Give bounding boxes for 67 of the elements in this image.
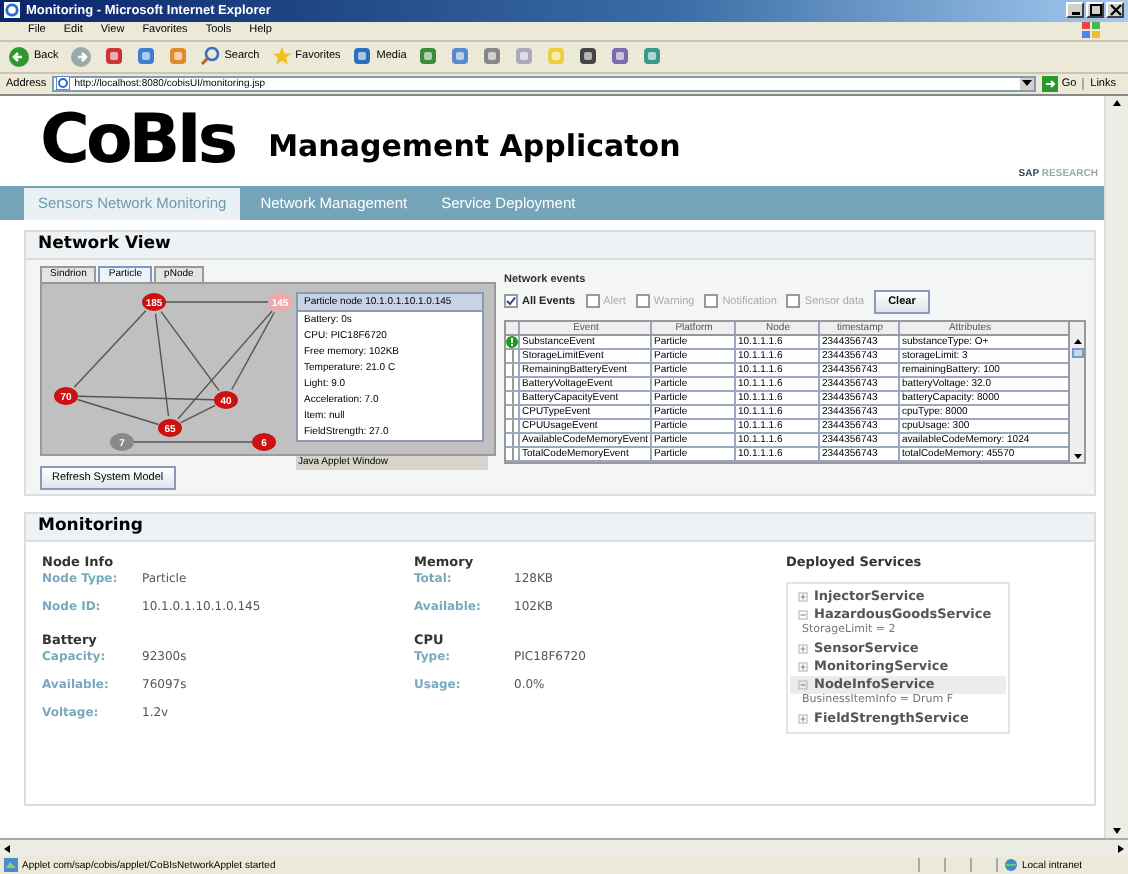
- checkbox[interactable]: [704, 294, 719, 309]
- toolbar-icon: [642, 46, 663, 67]
- panel-title: Monitoring: [38, 516, 143, 537]
- scroll-down-icon: [1071, 449, 1083, 462]
- dropdown-button[interactable]: [1019, 77, 1034, 90]
- maximize-button[interactable]: [1086, 2, 1104, 19]
- scroll-up-icon: [1071, 335, 1083, 348]
- close-button[interactable]: [1106, 2, 1124, 19]
- network-button[interactable]: [640, 43, 665, 70]
- home-button[interactable]: [166, 43, 191, 70]
- close-icon: [1109, 4, 1121, 17]
- toolbar-icon: [610, 46, 631, 67]
- toolbar-icon: [136, 46, 157, 67]
- maximize-icon: [1089, 4, 1101, 17]
- caret-icon: [1021, 79, 1032, 88]
- expand-icon[interactable]: [798, 591, 808, 602]
- refresh-button[interactable]: [134, 43, 159, 70]
- browser-icon: [4, 2, 20, 19]
- minimize-button[interactable]: [1066, 2, 1084, 19]
- toolbar-icon: [482, 46, 503, 67]
- toolbar-icon: [418, 46, 439, 67]
- toolbar-icon: [578, 46, 599, 67]
- graph-edge: [133, 440, 253, 442]
- scroll-thumb[interactable]: [1071, 347, 1083, 358]
- windows-logo-icon: [1082, 22, 1100, 39]
- checkmark-icon: [506, 296, 516, 307]
- messenger-button[interactable]: [576, 43, 601, 70]
- tool-button[interactable]: [608, 43, 633, 70]
- panel-title: Network View: [38, 234, 171, 255]
- stop-button[interactable]: [102, 43, 127, 70]
- history-button[interactable]: [416, 43, 441, 70]
- toolbar-icon: [450, 46, 471, 67]
- graph-edge: [165, 300, 269, 302]
- scroll-right-icon: [1114, 841, 1128, 856]
- checkbox[interactable]: [504, 294, 518, 309]
- print-button[interactable]: [480, 43, 505, 70]
- table-scrollbar[interactable]: [1068, 321, 1084, 462]
- globe-icon: [1004, 858, 1018, 873]
- collapse-icon[interactable]: [798, 679, 808, 690]
- edit-button[interactable]: [512, 43, 537, 70]
- scroll-up-icon: [1110, 95, 1124, 110]
- mail-button[interactable]: [448, 43, 473, 70]
- app-title: Management Applicaton: [268, 128, 681, 165]
- scroll-down-icon: [1110, 824, 1124, 839]
- checkbox[interactable]: [786, 294, 801, 309]
- page-icon: [56, 76, 71, 91]
- search-icon: [200, 46, 221, 67]
- toolbar-icon: [168, 46, 189, 67]
- scroll-left-icon: [0, 841, 14, 856]
- toolbar-icon: [352, 46, 373, 67]
- collapse-icon[interactable]: [798, 609, 808, 620]
- expand-icon[interactable]: [798, 661, 808, 672]
- checkbox[interactable]: [585, 294, 600, 309]
- star-icon: [271, 46, 292, 67]
- logo: CoBIs: [40, 106, 235, 175]
- horizontal-scrollbar[interactable]: [0, 838, 1128, 857]
- expand-icon[interactable]: [798, 643, 808, 654]
- page-scrollbar[interactable]: [1104, 95, 1128, 839]
- expand-icon[interactable]: [798, 713, 808, 724]
- applet-icon: [4, 858, 18, 873]
- toolbar-icon: [514, 46, 535, 67]
- toolbar-icon: [546, 46, 567, 67]
- checkbox[interactable]: [635, 294, 650, 309]
- graph-edge: [73, 309, 147, 388]
- arrow-icon: [8, 45, 30, 68]
- forward-button[interactable]: [68, 43, 95, 70]
- toolbar-icon: [104, 46, 125, 67]
